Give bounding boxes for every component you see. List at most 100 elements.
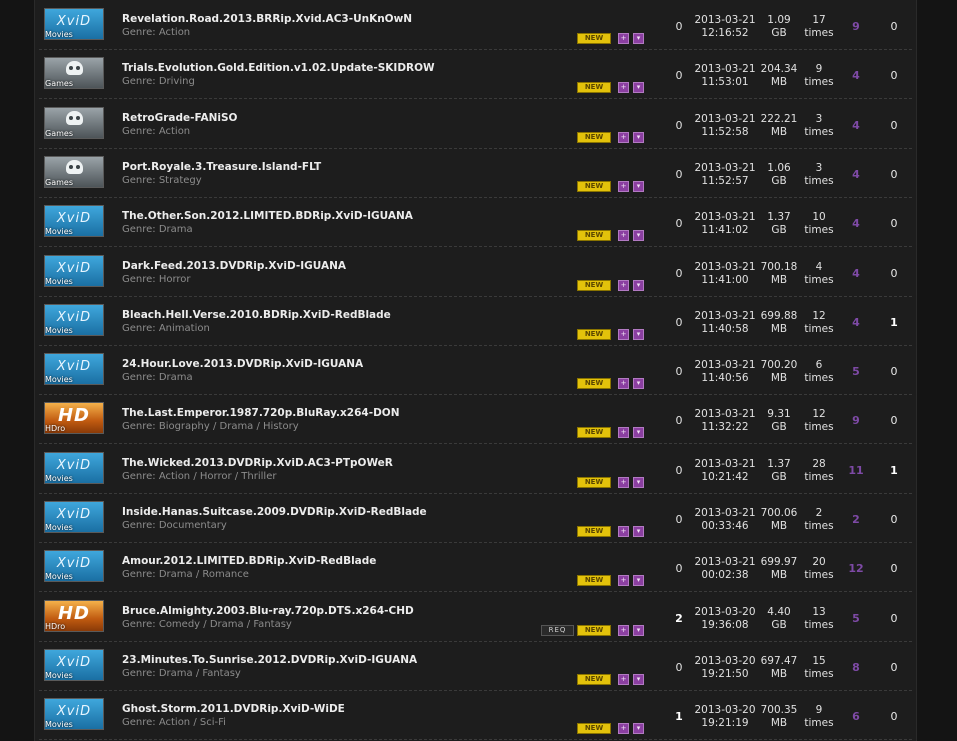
download-icon[interactable]: ▾ — [633, 476, 644, 488]
comments-count[interactable]: 0 — [669, 217, 689, 230]
category-icon[interactable]: XviD Movies — [44, 501, 104, 533]
category-icon[interactable]: XviD Movies — [44, 451, 104, 484]
torrent-title-link[interactable]: Revelation.Road.2013.BRRip.Xvid.AC3-UnKn… — [122, 13, 412, 25]
leechers-count[interactable]: 0 — [884, 414, 904, 427]
torrent-title-link[interactable]: The.Other.Son.2012.LIMITED.BDRip.XviD-IG… — [122, 210, 413, 222]
bookmark-icon[interactable]: + — [618, 575, 629, 587]
category-icon[interactable]: Games — [44, 106, 104, 139]
seeders-count[interactable]: 4 — [846, 119, 866, 132]
comments-count[interactable]: 2 — [669, 612, 689, 625]
leechers-count[interactable]: 0 — [884, 217, 904, 230]
seeders-count[interactable]: 4 — [846, 69, 866, 82]
comments-count[interactable]: 0 — [669, 513, 689, 526]
category-icon[interactable]: XviD Movies — [44, 8, 104, 40]
seeders-count[interactable]: 9 — [846, 20, 866, 33]
leechers-count[interactable]: 0 — [884, 69, 904, 82]
bookmark-icon[interactable]: + — [618, 673, 629, 685]
comments-count[interactable]: 0 — [669, 119, 689, 132]
bookmark-icon[interactable]: + — [618, 378, 629, 390]
bookmark-icon[interactable]: + — [618, 328, 629, 340]
leechers-count[interactable]: 1 — [884, 464, 904, 477]
leechers-count[interactable]: 0 — [884, 119, 904, 132]
download-icon[interactable]: ▾ — [633, 328, 644, 340]
download-icon[interactable]: ▾ — [633, 82, 644, 94]
leechers-count[interactable]: 0 — [884, 168, 904, 181]
download-icon[interactable]: ▾ — [633, 575, 644, 587]
leechers-count[interactable]: 0 — [884, 562, 904, 575]
leechers-count[interactable]: 0 — [884, 365, 904, 378]
download-icon[interactable]: ▾ — [633, 526, 644, 537]
leechers-count[interactable]: 0 — [884, 513, 904, 526]
bookmark-icon[interactable]: + — [618, 526, 629, 537]
category-icon[interactable]: XviD Movies — [44, 303, 104, 336]
bookmark-icon[interactable]: + — [618, 427, 629, 439]
comments-count[interactable]: 0 — [669, 316, 689, 329]
bookmark-icon[interactable]: + — [618, 723, 629, 735]
bookmark-icon[interactable]: + — [618, 230, 629, 242]
seeders-count[interactable]: 4 — [846, 168, 866, 181]
comments-count[interactable]: 0 — [669, 562, 689, 575]
comments-count[interactable]: 0 — [669, 414, 689, 427]
category-icon[interactable]: XviD Movies — [44, 353, 104, 386]
seeders-count[interactable]: 11 — [846, 464, 866, 477]
category-icon[interactable]: XviD Movies — [44, 550, 104, 583]
download-icon[interactable]: ▾ — [633, 624, 644, 636]
category-icon[interactable]: HD HDro — [44, 402, 104, 435]
bookmark-icon[interactable]: + — [618, 33, 629, 44]
download-icon[interactable]: ▾ — [633, 131, 644, 143]
download-icon[interactable]: ▾ — [633, 230, 644, 242]
torrent-title-link[interactable]: 23.Minutes.To.Sunrise.2012.DVDRip.XviD-I… — [122, 654, 417, 666]
download-icon[interactable]: ▾ — [633, 378, 644, 390]
category-icon[interactable]: Games — [44, 155, 104, 188]
seeders-count[interactable]: 5 — [846, 365, 866, 378]
torrent-title-link[interactable]: Bleach.Hell.Verse.2010.BDRip.XviD-RedBla… — [122, 309, 391, 321]
comments-count[interactable]: 0 — [669, 168, 689, 181]
leechers-count[interactable]: 0 — [884, 612, 904, 625]
leechers-count[interactable]: 0 — [884, 267, 904, 280]
bookmark-icon[interactable]: + — [618, 476, 629, 488]
seeders-count[interactable]: 4 — [846, 316, 866, 329]
bookmark-icon[interactable]: + — [618, 180, 629, 192]
seeders-count[interactable]: 12 — [846, 562, 866, 575]
download-icon[interactable]: ▾ — [633, 180, 644, 192]
category-icon[interactable]: XviD Movies — [44, 698, 104, 731]
seeders-count[interactable]: 4 — [846, 267, 866, 280]
bookmark-icon[interactable]: + — [618, 279, 629, 291]
comments-count[interactable]: 0 — [669, 464, 689, 477]
leechers-count[interactable]: 0 — [884, 20, 904, 33]
torrent-title-link[interactable]: Dark.Feed.2013.DVDRip.XviD-IGUANA — [122, 260, 346, 272]
comments-count[interactable]: 0 — [669, 267, 689, 280]
download-icon[interactable]: ▾ — [633, 33, 644, 44]
comments-count[interactable]: 0 — [669, 69, 689, 82]
bookmark-icon[interactable]: + — [618, 82, 629, 94]
torrent-title-link[interactable]: The.Last.Emperor.1987.720p.BluRay.x264-D… — [122, 407, 400, 419]
leechers-count[interactable]: 0 — [884, 661, 904, 674]
bookmark-icon[interactable]: + — [618, 624, 629, 636]
category-icon[interactable]: HD HDro — [44, 599, 104, 632]
torrent-title-link[interactable]: The.Wicked.2013.DVDRip.XviD.AC3-PTpOWeR — [122, 457, 393, 469]
comments-count[interactable]: 0 — [669, 20, 689, 33]
seeders-count[interactable]: 8 — [846, 661, 866, 674]
download-icon[interactable]: ▾ — [633, 279, 644, 291]
torrent-title-link[interactable]: Ghost.Storm.2011.DVDRip.XviD-WiDE — [122, 703, 345, 715]
seeders-count[interactable]: 9 — [846, 414, 866, 427]
category-icon[interactable]: XviD Movies — [44, 648, 104, 681]
seeders-count[interactable]: 4 — [846, 217, 866, 230]
torrent-title-link[interactable]: Trials.Evolution.Gold.Edition.v1.02.Upda… — [122, 62, 435, 74]
torrent-title-link[interactable]: Inside.Hanas.Suitcase.2009.DVDRip.XviD-R… — [122, 506, 427, 518]
download-icon[interactable]: ▾ — [633, 427, 644, 439]
category-icon[interactable]: Games — [44, 57, 104, 90]
torrent-title-link[interactable]: RetroGrade-FANiSO — [122, 112, 237, 124]
download-icon[interactable]: ▾ — [633, 673, 644, 685]
leechers-count[interactable]: 1 — [884, 316, 904, 329]
comments-count[interactable]: 0 — [669, 365, 689, 378]
seeders-count[interactable]: 2 — [846, 513, 866, 526]
torrent-title-link[interactable]: Port.Royale.3.Treasure.Island-FLT — [122, 161, 321, 173]
torrent-title-link[interactable]: Bruce.Almighty.2003.Blu-ray.720p.DTS.x26… — [122, 605, 414, 617]
seeders-count[interactable]: 6 — [846, 710, 866, 723]
comments-count[interactable]: 0 — [669, 661, 689, 674]
torrent-title-link[interactable]: 24.Hour.Love.2013.DVDRip.XviD-IGUANA — [122, 358, 363, 370]
bookmark-icon[interactable]: + — [618, 131, 629, 143]
seeders-count[interactable]: 5 — [846, 612, 866, 625]
category-icon[interactable]: XviD Movies — [44, 205, 104, 238]
